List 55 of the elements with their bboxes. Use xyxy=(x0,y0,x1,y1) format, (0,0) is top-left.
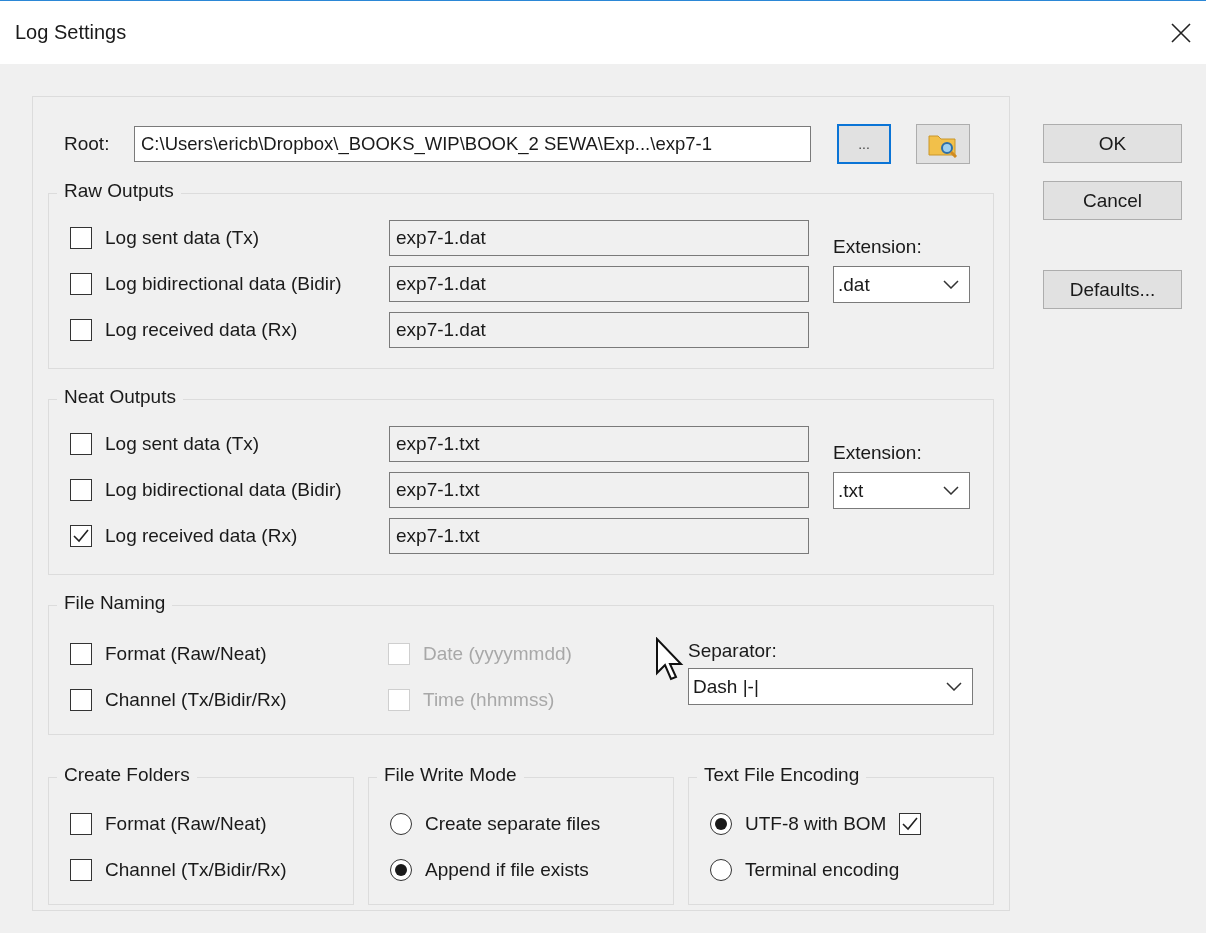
radio-label: Create separate files xyxy=(425,813,601,835)
file-name-field[interactable]: exp7-1.txt xyxy=(389,472,809,508)
checkbox[interactable] xyxy=(70,273,92,295)
file-name-field[interactable]: exp7-1.txt xyxy=(389,518,809,554)
checkbox-label: Date (yyyymmdd) xyxy=(423,643,572,665)
extension-label: Extension: xyxy=(833,442,923,464)
dialog-button[interactable]: Defaults... xyxy=(1043,270,1182,309)
checkbox[interactable] xyxy=(70,643,92,665)
checkbox-label: Channel (Tx/Bidir/Rx) xyxy=(105,859,287,881)
extension-dropdown[interactable]: .txt xyxy=(833,472,970,509)
dialog-button[interactable]: OK xyxy=(1043,124,1182,163)
chevron-down-icon xyxy=(943,486,959,495)
chevron-down-icon xyxy=(946,682,962,691)
checkbox-label: Log sent data (Tx) xyxy=(105,433,261,455)
checkbox[interactable] xyxy=(70,433,92,455)
radio-label: Append if file exists xyxy=(425,859,589,881)
checkbox-label: Format (Raw/Neat) xyxy=(105,643,267,665)
file-name-field[interactable]: exp7-1.dat xyxy=(389,312,809,348)
checkbox-label: Log sent data (Tx) xyxy=(105,227,261,249)
chevron-down-icon xyxy=(943,280,959,289)
radio-button[interactable] xyxy=(390,859,412,881)
extension-dropdown[interactable]: .dat xyxy=(833,266,970,303)
root-label: Root: xyxy=(64,133,111,155)
checkbox[interactable] xyxy=(70,525,92,547)
radio-label: Terminal encoding xyxy=(745,859,900,881)
checkbox-label: Time (hhmmss) xyxy=(423,689,555,711)
checkbox[interactable] xyxy=(70,689,92,711)
separator-label: Separator: xyxy=(688,640,778,662)
checkbox[interactable] xyxy=(70,227,92,249)
checkbox-label: Log received data (Rx) xyxy=(105,525,299,547)
radio-label: UTF-8 with BOM xyxy=(745,813,887,835)
checkbox-label: Log bidirectional data (Bidir) xyxy=(105,273,343,295)
file-name-field[interactable]: exp7-1.dat xyxy=(389,266,809,302)
window-title: Log Settings xyxy=(15,21,127,44)
extension-label: Extension: xyxy=(833,236,923,258)
root-path-field[interactable]: C:\Users\ericb\Dropbox\_BOOKS_WIP\BOOK_2 SEWA\Exp...\exp7-1 xyxy=(134,126,811,162)
close-icon[interactable] xyxy=(1170,21,1192,44)
checkbox[interactable] xyxy=(70,319,92,341)
checkbox-label: Log received data (Rx) xyxy=(105,319,299,341)
checkbox[interactable] xyxy=(70,813,92,835)
checkbox[interactable] xyxy=(899,813,922,835)
dialog-button[interactable]: Cancel xyxy=(1043,181,1182,220)
file-name-field[interactable]: exp7-1.txt xyxy=(389,426,809,462)
checkbox-label: Format (Raw/Neat) xyxy=(105,813,267,835)
open-folder-button[interactable] xyxy=(916,124,970,164)
browse-button[interactable]: ... xyxy=(837,124,891,164)
radio-button[interactable] xyxy=(390,813,412,835)
checkbox-label: Channel (Tx/Bidir/Rx) xyxy=(105,689,287,711)
radio-button[interactable] xyxy=(710,859,732,881)
checkbox[interactable] xyxy=(70,479,92,501)
separator-dropdown[interactable]: Dash |-| xyxy=(688,668,973,705)
checkbox-label: Log bidirectional data (Bidir) xyxy=(105,479,343,501)
file-name-field[interactable]: exp7-1.dat xyxy=(389,220,809,256)
radio-button[interactable] xyxy=(710,813,732,835)
checkbox[interactable] xyxy=(70,859,92,881)
